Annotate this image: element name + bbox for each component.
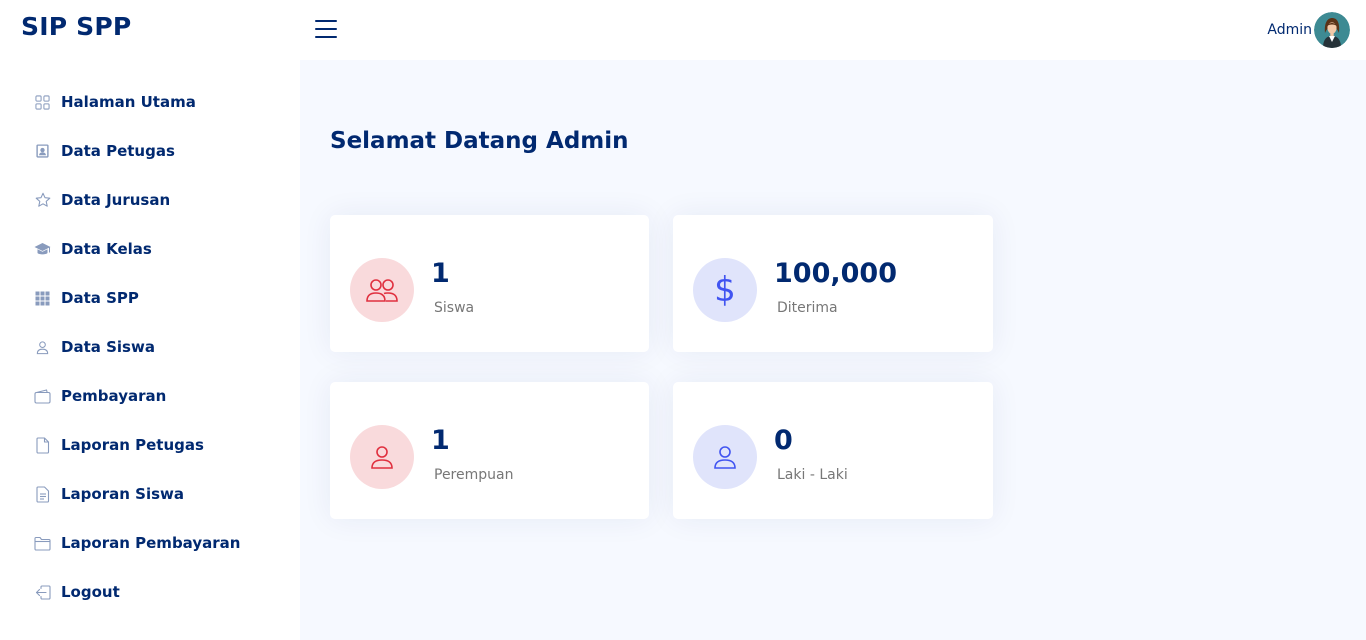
- sidebar-item-data-kelas[interactable]: Data Kelas: [34, 237, 152, 261]
- sidebar-item-label: Laporan Siswa: [61, 485, 184, 503]
- sidebar-item-laporan-petugas[interactable]: Laporan Petugas: [34, 433, 204, 457]
- user-name[interactable]: Admin: [1267, 22, 1312, 38]
- sidebar-item-data-jurusan[interactable]: Data Jurusan: [34, 188, 170, 212]
- stat-card-perempuan: 1 Perempuan: [330, 382, 649, 519]
- card-value: 1: [431, 258, 450, 289]
- top-header: SIP SPP Admin: [0, 0, 1366, 60]
- card-value: 1: [431, 425, 450, 456]
- sidebar-item-label: Logout: [61, 583, 120, 601]
- person-icon: [350, 425, 414, 489]
- card-label: Siswa: [434, 300, 475, 316]
- box-arrow-left-icon: [34, 584, 51, 601]
- card-value: 0: [774, 425, 793, 456]
- card-label: Perempuan: [434, 467, 514, 483]
- sidebar-item-label: Data Jurusan: [61, 191, 171, 209]
- folder-icon: [34, 535, 51, 552]
- sidebar-item-data-siswa[interactable]: Data Siswa: [34, 335, 155, 359]
- star-icon: [34, 192, 51, 209]
- file-icon: [34, 436, 51, 454]
- stat-card-laki-laki: 0 Laki - Laki: [673, 382, 993, 519]
- user-profile[interactable]: Admin: [1267, 12, 1350, 48]
- person-badge-icon: [34, 143, 51, 160]
- sidebar-item-laporan-pembayaran[interactable]: Laporan Pembayaran: [34, 531, 240, 555]
- dollar-icon: $: [693, 258, 757, 322]
- sidebar-item-label: Pembayaran: [61, 387, 167, 405]
- stat-card-siswa: 1 Siswa: [330, 215, 649, 352]
- sidebar-item-logout[interactable]: Logout: [34, 580, 120, 604]
- sidebar: Halaman Utama Data Petugas Data Jurusan: [0, 60, 300, 640]
- sidebar-item-laporan-siswa[interactable]: Laporan Siswa: [34, 482, 184, 506]
- brand-logo[interactable]: SIP SPP: [21, 12, 131, 41]
- sidebar-item-label: Data Siswa: [61, 338, 155, 356]
- sidebar-item-label: Halaman Utama: [61, 93, 196, 111]
- sidebar-item-halaman-utama[interactable]: Halaman Utama: [34, 90, 196, 114]
- hamburger-icon[interactable]: [315, 18, 337, 40]
- sidebar-item-label: Laporan Petugas: [61, 436, 204, 454]
- mortarboard-icon: [34, 241, 51, 258]
- sidebar-item-pembayaran[interactable]: Pembayaran: [34, 384, 166, 408]
- main-content: Selamat Datang Admin 1 Siswa $ 100,000 D…: [300, 60, 1366, 640]
- file-text-icon: [34, 485, 51, 503]
- card-value: 100,000: [774, 258, 897, 289]
- person-icon: [34, 339, 51, 356]
- stat-card-diterima: $ 100,000 Diterima: [673, 215, 993, 352]
- wallet-icon: [34, 388, 51, 405]
- page-title: Selamat Datang Admin: [330, 128, 629, 154]
- person-icon: [693, 425, 757, 489]
- sidebar-item-label: Data Petugas: [61, 142, 175, 160]
- people-icon: [350, 258, 414, 322]
- card-label: Diterima: [777, 300, 838, 316]
- sidebar-item-label: Data Kelas: [61, 240, 152, 258]
- sidebar-item-data-petugas[interactable]: Data Petugas: [34, 139, 175, 163]
- grid-3x3-icon: [34, 290, 51, 307]
- avatar[interactable]: [1314, 12, 1350, 48]
- sidebar-item-label: Data SPP: [61, 289, 139, 307]
- sidebar-item-data-spp[interactable]: Data SPP: [34, 286, 139, 310]
- grid-icon: [34, 94, 51, 111]
- card-label: Laki - Laki: [777, 467, 848, 483]
- sidebar-item-label: Laporan Pembayaran: [61, 534, 241, 552]
